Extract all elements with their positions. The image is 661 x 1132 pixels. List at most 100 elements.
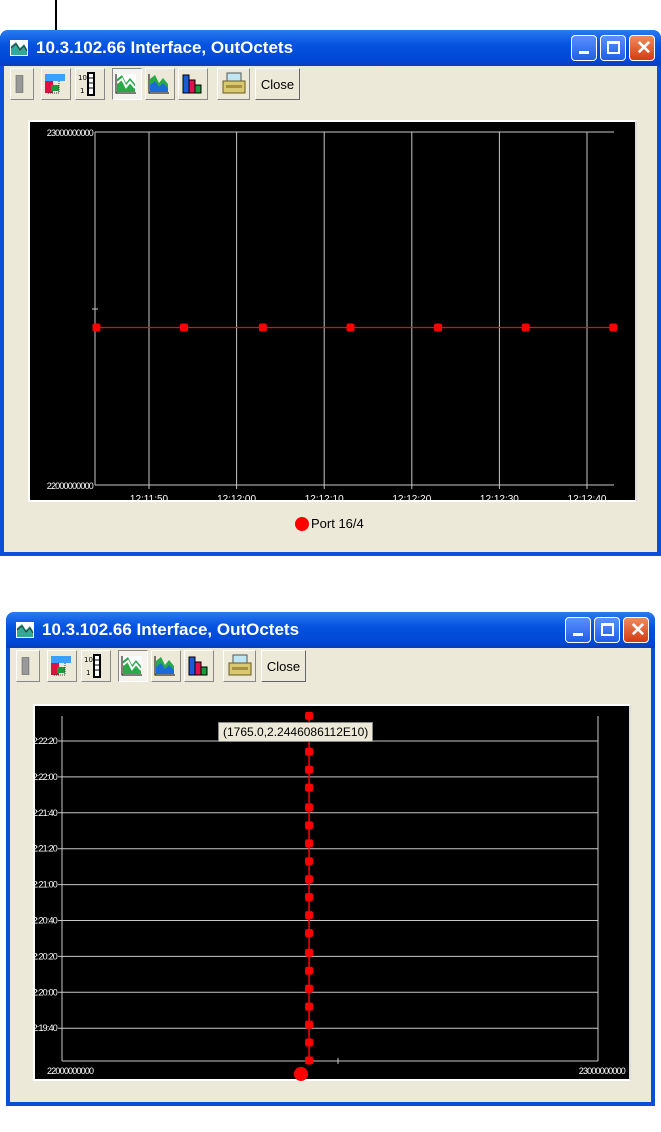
- area-chart-button[interactable]: [145, 68, 175, 100]
- scale-icon: 10 1: [84, 654, 101, 678]
- minimize-button[interactable]: [571, 35, 597, 61]
- data-point: [305, 911, 314, 920]
- close-icon: ✕: [630, 620, 646, 641]
- print-button[interactable]: [217, 68, 250, 100]
- y-tick-label: 22000000000: [47, 481, 94, 491]
- chart-legend: Port 16/4: [294, 1066, 363, 1081]
- data-point: [258, 323, 267, 332]
- maximize-icon: [607, 41, 620, 54]
- line-chart-button[interactable]: [112, 68, 142, 100]
- area-chart-button[interactable]: [151, 650, 181, 682]
- chart-plot-area[interactable]: 12:22:20 12:22:00 12:21:40 12:21:20 12:21:00…: [33, 704, 631, 1081]
- data-point: [305, 929, 314, 938]
- data-point: [305, 839, 314, 848]
- data-point: [305, 765, 314, 774]
- disabled-button-icon: [21, 657, 30, 675]
- print-button[interactable]: [223, 650, 256, 682]
- data-point: [305, 984, 314, 993]
- svg-text:10: 10: [84, 656, 93, 664]
- data-point: [305, 857, 314, 866]
- scale-button[interactable]: 10 1: [75, 68, 105, 100]
- data-point: [609, 323, 618, 332]
- legend-toggle-icon: [51, 656, 71, 676]
- x-tick-label: 12:12:00: [217, 494, 256, 500]
- title-bar[interactable]: 10.3.102.66 Interface, OutOctets ✕: [0, 30, 661, 66]
- svg-text:1: 1: [80, 87, 84, 95]
- data-point-tooltip: (1765.0,2.2446086112E10): [218, 722, 374, 742]
- chart-app-icon: [16, 622, 34, 638]
- disabled-button-button[interactable]: [16, 650, 40, 682]
- data-point: [305, 1002, 314, 1011]
- x-tick-label: 22000000000: [47, 1066, 94, 1076]
- data-point: [434, 323, 443, 332]
- y-tick-label: 23000000000: [47, 128, 94, 138]
- x-tick-label: 12:11:50: [130, 494, 169, 500]
- line-chart-icon: [121, 656, 142, 676]
- legend-toggle-icon: [45, 74, 65, 94]
- bar-chart-button[interactable]: [178, 68, 208, 100]
- y-tick-label: 12:20:20: [35, 951, 58, 961]
- legend-label: Port 16/4: [310, 1066, 363, 1081]
- legend-marker-icon: [295, 516, 309, 531]
- minimize-button[interactable]: [565, 617, 591, 643]
- data-point: [305, 948, 314, 957]
- chart-window-1: 10.3.102.66 Interface, OutOctets ✕ 10 1 Cl…: [0, 30, 661, 556]
- legend-label: Port 16/4: [311, 516, 364, 531]
- data-point: [305, 1056, 314, 1065]
- minimize-icon: [573, 633, 583, 636]
- area-chart-icon: [148, 74, 169, 94]
- data-point: [521, 323, 530, 332]
- data-point: [305, 893, 314, 902]
- maximize-button[interactable]: [600, 35, 626, 61]
- svg-text:1: 1: [86, 669, 90, 677]
- svg-text:10: 10: [78, 74, 87, 82]
- y-tick-label: 12:20:00: [35, 987, 58, 997]
- disabled-button-button[interactable]: [10, 68, 34, 100]
- close-window-button[interactable]: ✕: [623, 617, 649, 643]
- data-point: [305, 711, 314, 720]
- scale-button[interactable]: 10 1: [81, 650, 111, 682]
- chart-legend: Port 16/4: [295, 516, 364, 531]
- close-button[interactable]: Close: [261, 650, 306, 682]
- legend-toggle-button[interactable]: [47, 650, 77, 682]
- data-point: [346, 323, 355, 332]
- bar-chart-icon: [182, 74, 202, 94]
- x-tick-label: 12:12:30: [480, 494, 519, 500]
- area-chart-icon: [154, 656, 175, 676]
- legend-marker-icon: [294, 1066, 308, 1081]
- x-tick-label: 12:12:20: [392, 494, 431, 500]
- print-icon: [222, 72, 245, 94]
- line-chart-button[interactable]: [118, 650, 148, 682]
- print-icon: [228, 654, 251, 676]
- chart-app-icon: [10, 40, 28, 56]
- close-window-button[interactable]: ✕: [629, 35, 655, 61]
- data-point: [305, 821, 314, 830]
- window-title: 10.3.102.66 Interface, OutOctets: [42, 620, 300, 639]
- maximize-button[interactable]: [594, 617, 620, 643]
- maximize-icon: [601, 623, 614, 636]
- data-point: [305, 966, 314, 975]
- data-point: [305, 783, 314, 792]
- bar-chart-button[interactable]: [184, 650, 214, 682]
- legend-toggle-button[interactable]: [41, 68, 71, 100]
- data-point: [305, 747, 314, 756]
- y-tick-label: 12:22:20: [35, 736, 58, 746]
- close-button[interactable]: Close: [255, 68, 300, 100]
- bar-chart-icon: [188, 656, 208, 676]
- y-tick-label: 12:21:00: [35, 880, 58, 890]
- x-tick-label: 12:12:40: [568, 494, 607, 500]
- data-point: [180, 323, 189, 332]
- y-tick-label: 12:19:40: [35, 1023, 58, 1033]
- chart-window-2: 10.3.102.66 Interface, OutOctets ✕ 10 1 Cl…: [6, 612, 655, 1106]
- scale-icon: 10 1: [78, 72, 95, 96]
- title-bar[interactable]: 10.3.102.66 Interface, OutOctets ✕: [6, 612, 655, 648]
- y-tick-label: 12:21:20: [35, 844, 58, 854]
- x-tick-label: 23000000000: [579, 1066, 626, 1076]
- data-point: [305, 875, 314, 884]
- y-tick-label: 12:22:00: [35, 772, 58, 782]
- x-tick-label: 12:12:10: [305, 494, 344, 500]
- data-point: [305, 803, 314, 812]
- line-chart-icon: [115, 74, 136, 94]
- chart-plot-area[interactable]: 12:11:50 12:12:00 12:12:10 12:12:20 12:12:30…: [28, 120, 637, 502]
- minimize-icon: [579, 51, 589, 54]
